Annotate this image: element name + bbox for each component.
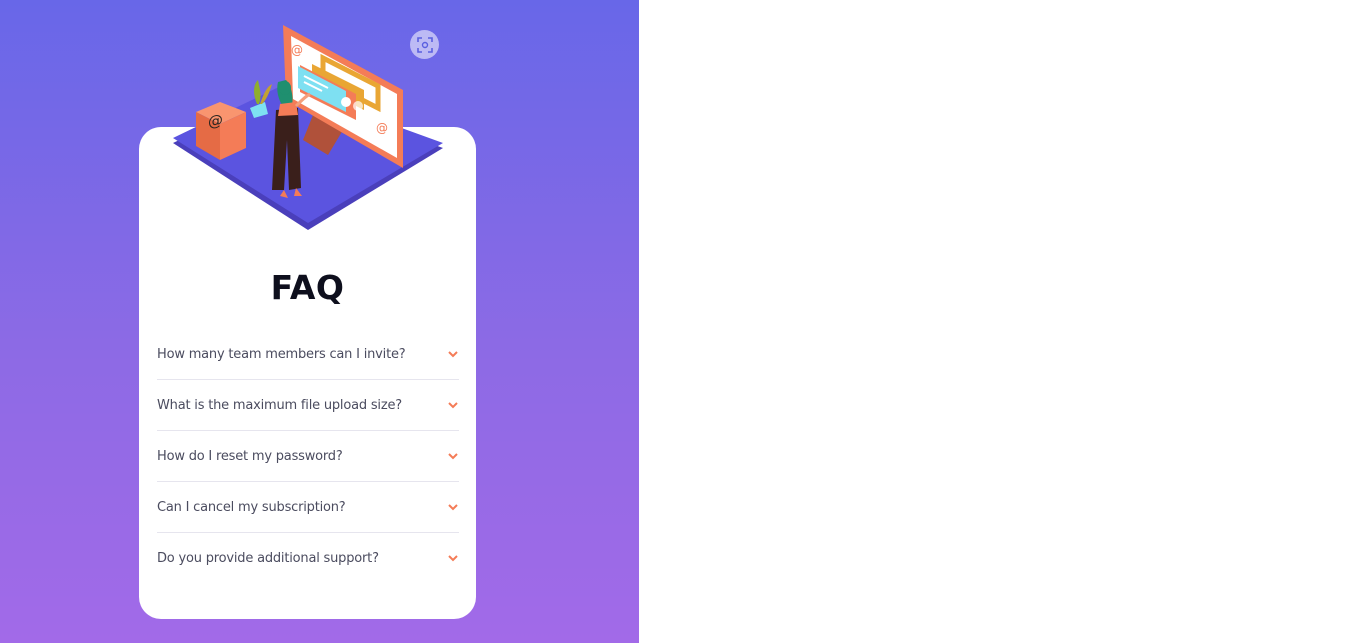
faq-list: How many team members can I invite? What… (157, 329, 459, 583)
faq-question: How many team members can I invite? (157, 346, 406, 362)
woman-online-desktop-illustration: @ @ @ (173, 25, 443, 230)
faq-question: What is the maximum file upload size? (157, 397, 402, 413)
faq-item[interactable]: Do you provide additional support? (157, 533, 459, 583)
svg-text:@: @ (291, 43, 303, 57)
chevron-down-icon[interactable] (448, 401, 458, 409)
faq-item[interactable]: What is the maximum file upload size? (157, 380, 459, 431)
page-title: FAQ (270, 268, 345, 307)
svg-text:@: @ (208, 110, 223, 131)
chevron-down-icon[interactable] (448, 452, 458, 460)
chevron-down-icon[interactable] (448, 554, 458, 562)
faq-question: Can I cancel my subscription? (157, 499, 346, 515)
faq-item[interactable]: Can I cancel my subscription? (157, 482, 459, 533)
faq-question: Do you provide additional support? (157, 550, 379, 566)
chevron-down-icon[interactable] (448, 503, 458, 511)
scan-icon (416, 36, 433, 53)
chevron-down-icon[interactable] (448, 350, 458, 358)
faq-question: How do I reset my password? (157, 448, 343, 464)
faq-item[interactable]: How do I reset my password? (157, 431, 459, 482)
svg-text:@: @ (376, 121, 388, 135)
faq-item[interactable]: How many team members can I invite? (157, 329, 459, 380)
scan-button[interactable] (410, 30, 439, 59)
